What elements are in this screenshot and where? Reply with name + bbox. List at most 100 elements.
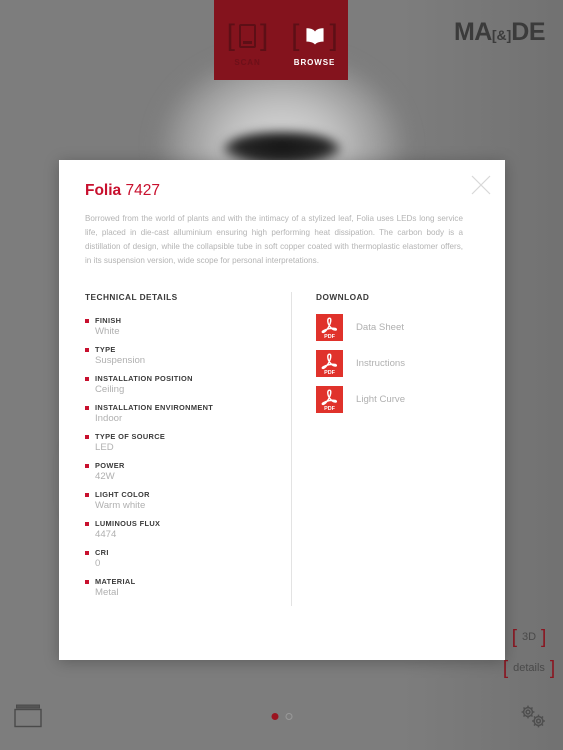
bullet-icon xyxy=(85,550,89,555)
bullet-icon xyxy=(85,463,89,468)
spec-label: TYPE OF SOURCE xyxy=(85,432,291,441)
spec-label: TYPE xyxy=(85,345,291,354)
close-icon[interactable] xyxy=(470,174,492,196)
view-3d-button[interactable]: [ 3D ] xyxy=(512,625,547,649)
spec-key: POWER xyxy=(95,461,125,470)
bracket-left: [ xyxy=(511,626,517,648)
technical-details-column: TECHNICAL DETAILS FINISH White TYPE Susp… xyxy=(85,292,291,606)
svg-text:PDF: PDF xyxy=(324,334,335,340)
bullet-icon xyxy=(85,492,89,497)
spec-value: White xyxy=(95,326,120,337)
spec-label: INSTALLATION POSITION xyxy=(85,374,291,383)
spec-row-material: MATERIAL Metal xyxy=(85,577,291,598)
scan-icon xyxy=(239,24,256,48)
bullet-icon xyxy=(85,318,89,323)
download-column: DOWNLOAD PDF Data Sheet PDF Instructions… xyxy=(291,292,479,606)
bracket-right: ] xyxy=(549,657,556,679)
details-label: details xyxy=(513,662,545,674)
spec-label: CRI xyxy=(85,548,291,557)
spec-value: 42W xyxy=(95,471,115,482)
spec-value: 4474 xyxy=(95,529,117,540)
scan-mode-button[interactable]: [ ] SCAN xyxy=(214,0,281,80)
pdf-icon: PDF xyxy=(316,386,343,413)
spec-row-finish: FINISH White xyxy=(85,316,291,337)
spec-row-installation-environment: INSTALLATION ENVIRONMENT Indoor xyxy=(85,403,291,424)
spec-row-installation-position: INSTALLATION POSITION Ceiling xyxy=(85,374,291,395)
page-dot-1[interactable] xyxy=(271,713,278,720)
view-3d-label: 3D xyxy=(521,631,537,643)
svg-text:PDF: PDF xyxy=(324,406,335,412)
spec-label: LUMINOUS FLUX xyxy=(85,519,291,528)
spec-label: POWER xyxy=(85,461,291,470)
spec-key: LIGHT COLOR xyxy=(95,490,150,499)
download-item-data-sheet[interactable]: PDF Data Sheet xyxy=(316,314,479,341)
bullet-icon xyxy=(85,434,89,439)
bracket-left: [ xyxy=(502,657,509,679)
spec-row-type: TYPE Suspension xyxy=(85,345,291,366)
pdf-icon: PDF xyxy=(316,350,343,377)
bracket-right: ] xyxy=(329,19,338,52)
spec-label: MATERIAL xyxy=(85,577,291,586)
book-icon xyxy=(305,28,324,45)
spec-value: Ceiling xyxy=(95,384,125,395)
bullet-icon xyxy=(85,579,89,584)
gears-icon[interactable] xyxy=(517,702,549,732)
spec-key: MATERIAL xyxy=(95,577,136,586)
scan-mode-label: SCAN xyxy=(234,58,261,67)
download-item-label: Data Sheet xyxy=(356,322,405,333)
browse-mode-button[interactable]: [ ] BROWSE xyxy=(281,0,348,80)
bullet-icon xyxy=(85,347,89,352)
spec-row-type-of-source: TYPE OF SOURCE LED xyxy=(85,432,291,453)
details-button[interactable]: [ details ] xyxy=(503,656,555,680)
bullet-icon xyxy=(85,521,89,526)
spec-label: FINISH xyxy=(85,316,291,325)
product-details-modal: Folia 7427 Borrowed from the world of pl… xyxy=(59,160,505,660)
spec-key: FINISH xyxy=(95,316,122,325)
pdf-icon: PDF xyxy=(316,314,343,341)
spec-row-luminous-flux: LUMINOUS FLUX 4474 xyxy=(85,519,291,540)
spec-row-light-color: LIGHT COLOR Warm white xyxy=(85,490,291,511)
spec-row-power: POWER 42W xyxy=(85,461,291,482)
download-item-instructions[interactable]: PDF Instructions xyxy=(316,350,479,377)
spec-key: TYPE OF SOURCE xyxy=(95,432,166,441)
archive-box-icon[interactable] xyxy=(14,704,42,730)
spec-key: INSTALLATION ENVIRONMENT xyxy=(95,403,214,412)
spec-value: Suspension xyxy=(95,355,146,366)
spec-value: 0 xyxy=(95,558,101,569)
bullet-icon xyxy=(85,376,89,381)
mode-toolbar: [ ] SCAN [ ] BROWSE xyxy=(214,0,348,80)
product-code: 7427 xyxy=(125,182,160,199)
browse-bracket-group: [ ] xyxy=(291,17,338,55)
technical-details-heading: TECHNICAL DETAILS xyxy=(85,292,178,302)
download-item-light-curve[interactable]: PDF Light Curve xyxy=(316,386,479,413)
page-indicator xyxy=(271,713,292,720)
spec-key: TYPE xyxy=(95,345,116,354)
bracket-left: [ xyxy=(226,19,235,52)
product-title: Folia 7427 xyxy=(85,182,479,200)
logo-part1: MA xyxy=(453,18,492,46)
bullet-icon xyxy=(85,405,89,410)
svg-text:PDF: PDF xyxy=(324,370,335,376)
details-columns: TECHNICAL DETAILS FINISH White TYPE Susp… xyxy=(85,292,479,606)
logo-ampersand: [&] xyxy=(491,27,512,43)
spec-key: CRI xyxy=(95,548,109,557)
browse-mode-label: BROWSE xyxy=(293,58,336,67)
spec-label: LIGHT COLOR xyxy=(85,490,291,499)
bottom-toolbar xyxy=(0,694,563,750)
brand-logo: MA [&] DE xyxy=(453,18,546,47)
page-dot-2[interactable] xyxy=(285,713,292,720)
spec-value: Indoor xyxy=(95,413,123,424)
product-description: Borrowed from the world of plants and wi… xyxy=(85,214,463,265)
bracket-right: ] xyxy=(260,19,269,52)
spec-row-cri: CRI 0 xyxy=(85,548,291,569)
logo-part2: DE xyxy=(511,18,545,46)
download-item-label: Instructions xyxy=(356,358,406,369)
download-item-label: Light Curve xyxy=(356,394,406,405)
spec-label: INSTALLATION ENVIRONMENT xyxy=(85,403,291,412)
spec-value: LED xyxy=(95,442,114,453)
spec-key: LUMINOUS FLUX xyxy=(95,519,161,528)
download-heading: DOWNLOAD xyxy=(316,292,370,302)
side-action-group: [ 3D ] [ details ] xyxy=(495,625,563,680)
bracket-left: [ xyxy=(291,19,300,52)
spec-key: INSTALLATION POSITION xyxy=(95,374,193,383)
